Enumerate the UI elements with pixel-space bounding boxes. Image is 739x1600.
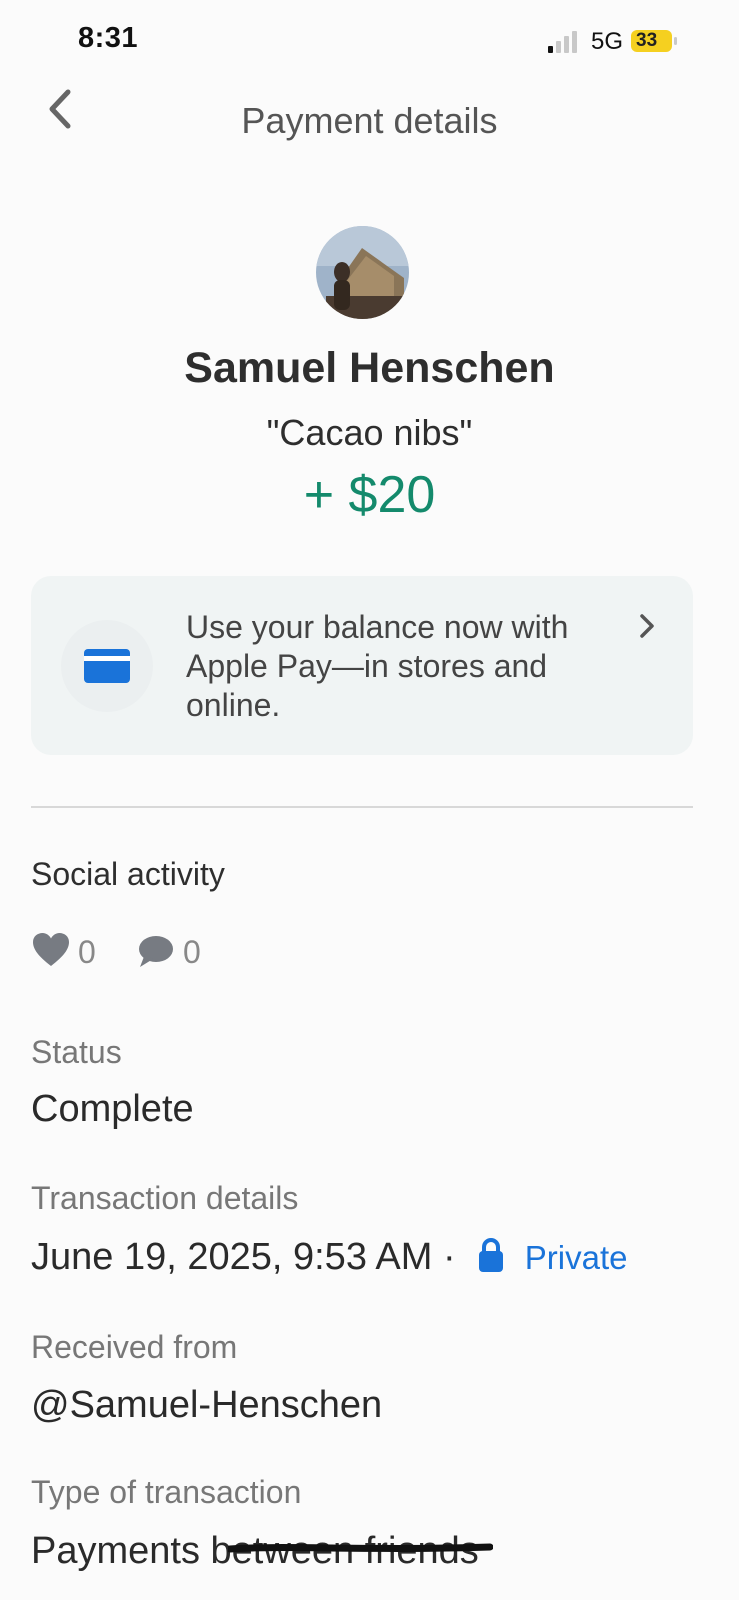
received-from-value[interactable]: @Samuel-Henschen [31, 1384, 382, 1427]
status-value: Complete [31, 1088, 194, 1130]
chevron-right-icon [640, 614, 654, 638]
promo-text: Use your balance now with Apple Pay—in s… [186, 609, 569, 723]
separator: · [442, 1236, 456, 1278]
apple-pay-promo-card[interactable]: Use your balance now with Apple Pay—in s… [31, 576, 693, 755]
privacy-setting[interactable]: Private [525, 1239, 628, 1276]
page-title: Payment details [241, 100, 498, 141]
avatar[interactable] [316, 226, 409, 319]
status-label: Status [31, 1034, 122, 1070]
promo-icon-circle [61, 620, 153, 712]
social-activity-label: Social activity [31, 856, 225, 892]
transaction-details-label: Transaction details [31, 1180, 299, 1216]
transaction-type-label: Type of transaction [31, 1474, 302, 1510]
received-from-label: Received from [31, 1329, 238, 1365]
transaction-date: June 19, 2025, 9:53 AM [31, 1236, 433, 1278]
divider [31, 806, 693, 808]
payer-name: Samuel Henschen [184, 344, 555, 392]
payment-amount: + $20 [303, 466, 436, 524]
signal-icon [548, 31, 577, 53]
status-time: 8:31 [78, 22, 139, 54]
transaction-details-row: June 19, 2025, 9:53 AM · Private [31, 1236, 627, 1279]
likes-count: 0 [78, 934, 96, 970]
network-type: 5G [591, 28, 624, 55]
redaction-scribble [228, 1543, 493, 1553]
battery-level: 33 [636, 30, 658, 51]
payment-note: "Cacao nibs" [266, 412, 473, 453]
comment-icon[interactable] [136, 934, 174, 968]
comments-count: 0 [183, 934, 201, 970]
heart-icon[interactable] [32, 932, 70, 968]
lock-icon [479, 1238, 504, 1272]
credit-card-icon [84, 649, 130, 683]
